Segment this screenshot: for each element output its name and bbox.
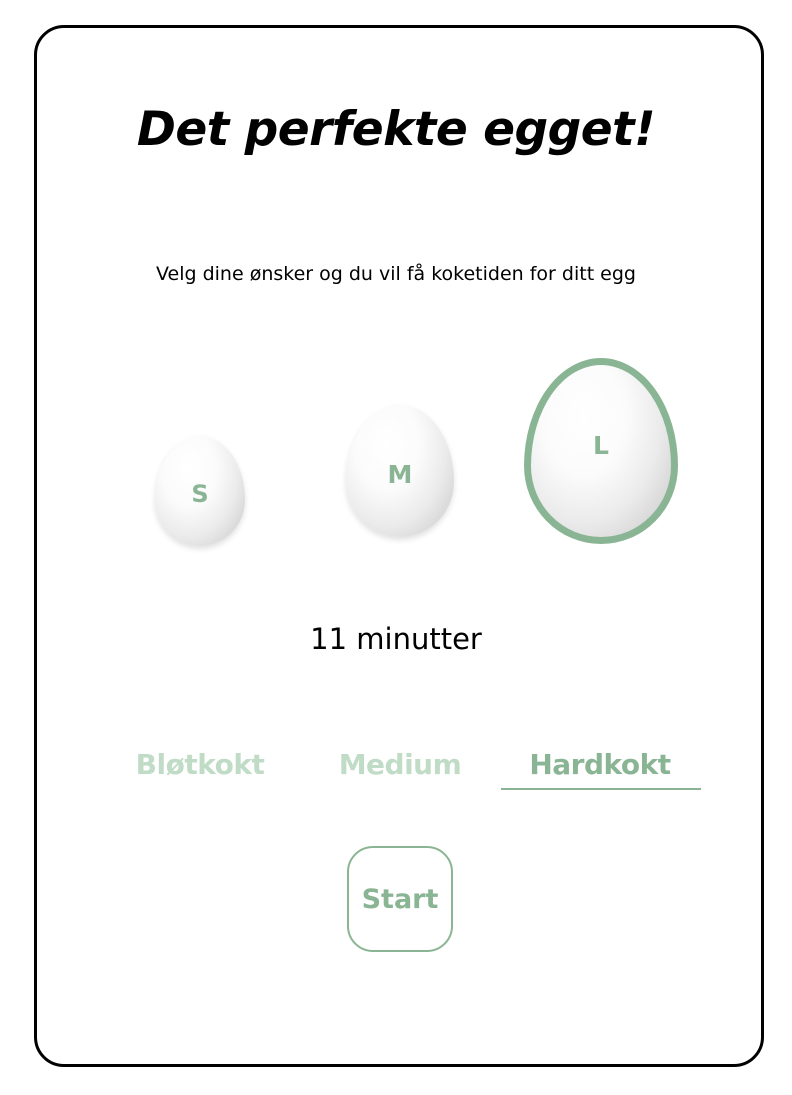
egg-size-label: L xyxy=(593,430,609,460)
page-title: Det perfekte egget! xyxy=(136,102,656,157)
doneness-option-soft[interactable]: Bløtkokt xyxy=(100,748,300,781)
egg-size-label: S xyxy=(191,480,209,508)
selected-doneness-underline xyxy=(501,788,701,790)
start-button[interactable]: Start xyxy=(347,846,453,952)
cook-time-display: 11 minutter xyxy=(310,622,482,656)
egg-size-label: M xyxy=(387,459,413,489)
doneness-option-hard[interactable]: Hardkokt xyxy=(500,748,700,781)
instruction-text: Velg dine ønsker og du vil få koketiden … xyxy=(156,263,636,285)
doneness-option-medium[interactable]: Medium xyxy=(300,748,500,781)
